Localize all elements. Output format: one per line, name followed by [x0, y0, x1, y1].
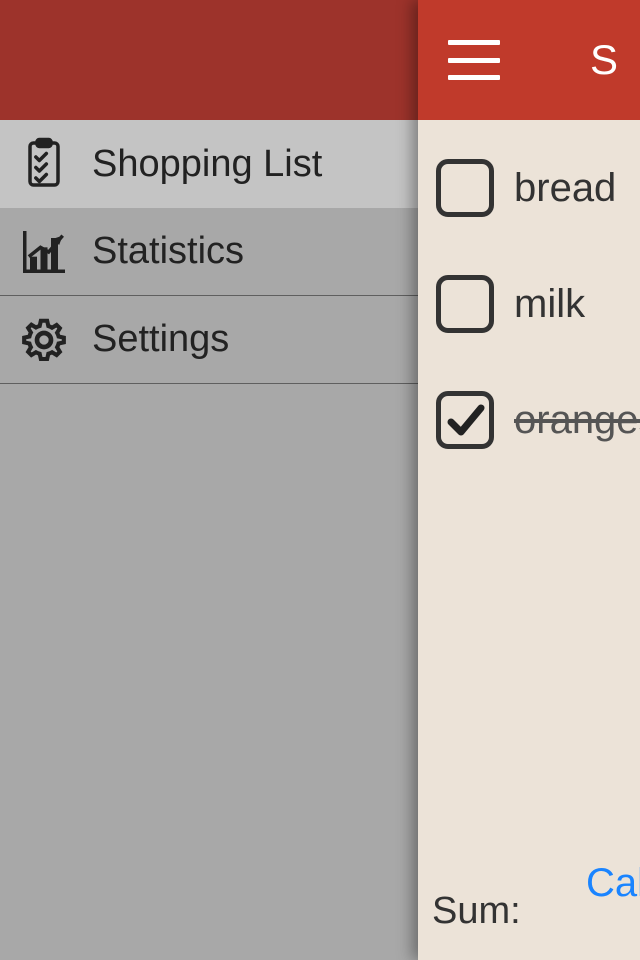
chart-icon	[16, 224, 72, 280]
checkbox-unchecked-icon[interactable]	[436, 159, 494, 217]
sidebar-item-label: Shopping List	[92, 143, 322, 186]
list-item[interactable]: milk	[418, 246, 640, 362]
page-title: S	[590, 36, 619, 84]
clipboard-list-icon	[16, 136, 72, 192]
checkbox-checked-icon[interactable]	[436, 391, 494, 449]
list-item[interactable]: oranges	[418, 362, 640, 478]
list-item[interactable]: bread	[418, 130, 640, 246]
main-panel: S bread milk oranges Sum: Cal	[418, 0, 640, 960]
sidebar-item-label: Settings	[92, 318, 229, 361]
checkbox-unchecked-icon[interactable]	[436, 275, 494, 333]
gear-icon	[16, 312, 72, 368]
sum-label: Sum:	[432, 890, 521, 933]
main-header: S	[418, 0, 640, 120]
list-item-label: oranges	[514, 398, 640, 443]
sidebar-item-label: Statistics	[92, 230, 244, 273]
calculate-link[interactable]: Cal	[586, 861, 640, 906]
list-item-label: milk	[514, 282, 585, 327]
list-item-label: bread	[514, 166, 616, 211]
shopping-list: bread milk oranges	[418, 120, 640, 478]
hamburger-icon[interactable]	[448, 40, 500, 80]
